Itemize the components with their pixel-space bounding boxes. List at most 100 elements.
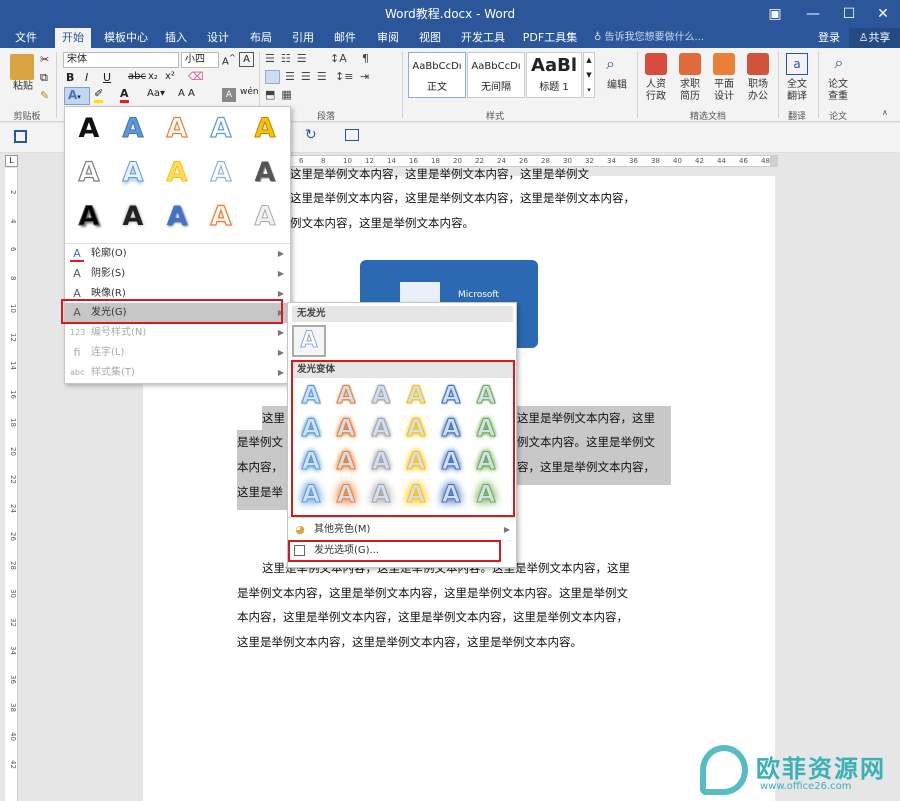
graphic-design-icon — [713, 53, 735, 75]
style-no-spacing[interactable]: AaBbCcDı 无间隔 — [467, 52, 525, 98]
grow-font-icon[interactable]: A^ — [222, 52, 236, 67]
line-spacing-icon[interactable]: ↕≡ — [335, 70, 353, 83]
tab-selector[interactable]: L — [5, 155, 18, 167]
ribbon-display-button[interactable]: ▣ — [758, 0, 792, 28]
search-icon: ⌕ — [606, 54, 615, 73]
save-icon[interactable] — [14, 130, 27, 143]
text-effect-option[interactable]: A — [113, 157, 153, 189]
subscript-icon[interactable]: x₂ — [148, 71, 158, 82]
chevron-right-icon: ▶ — [277, 348, 284, 357]
text-effect-option[interactable]: A — [113, 201, 153, 232]
ruler-tick-label: 10 — [9, 304, 17, 313]
tab-developer[interactable]: 开发工具 — [455, 28, 511, 48]
text-effect-option[interactable]: A — [69, 156, 109, 188]
italic-icon[interactable]: I — [85, 71, 88, 84]
paste-icon — [10, 54, 34, 80]
print-preview-icon[interactable] — [345, 129, 359, 141]
menu-item-stylistic-sets[interactable]: abc 样式集(T) ▶ — [65, 363, 290, 383]
text-effect-option[interactable]: A — [201, 112, 241, 144]
text-effects-button[interactable]: A▾ — [64, 87, 90, 105]
underline-icon[interactable]: U — [103, 71, 111, 84]
text-effect-option[interactable]: A — [157, 201, 197, 232]
tab-view[interactable]: 视图 — [412, 28, 448, 48]
full-translate-button[interactable]: 全文 翻译 — [781, 79, 813, 103]
char-shading-icon[interactable]: A — [222, 88, 236, 102]
collapse-ribbon-icon[interactable]: ∧ — [882, 108, 888, 117]
menu-item-number-style[interactable]: 123 编号样式(N) ▶ — [65, 323, 290, 343]
number-style-icon: 123 — [70, 328, 86, 337]
copy-icon[interactable]: ⧉ — [40, 71, 48, 85]
no-glow-option[interactable]: A — [292, 325, 326, 357]
doc-line: 这里是举例文本内容，这里是举例文本内容，这里是举例文本内容， — [290, 191, 635, 205]
shading-border-buttons[interactable]: ⬒▦ — [265, 88, 298, 101]
text-effect-option[interactable]: A — [157, 157, 197, 189]
grow-shrink-icon[interactable]: A A — [178, 88, 195, 99]
menu-item-shadow[interactable]: A 阴影(S) ▶ — [65, 264, 290, 284]
styles-scroll[interactable]: ▲ ▼ ▾ — [583, 52, 595, 98]
text-effect-option[interactable]: A — [245, 113, 285, 145]
tab-layout[interactable]: 布局 — [243, 28, 279, 48]
format-painter-icon[interactable]: ✎ — [40, 89, 49, 102]
office-button[interactable]: 职场 办公 — [742, 79, 774, 103]
text-effect-option[interactable]: A — [245, 157, 285, 188]
site-logo-icon — [700, 745, 748, 795]
tab-home[interactable]: 开始 — [55, 28, 91, 48]
change-case-icon[interactable]: Aa▾ — [147, 88, 165, 99]
edit-button[interactable]: 编辑 — [600, 80, 634, 92]
text-effect-option[interactable]: A — [113, 113, 153, 145]
tell-me-search[interactable]: ♁ 告诉我您想要做什么... — [594, 28, 704, 48]
graphic-design-button[interactable]: 平面 设计 — [708, 79, 740, 103]
login-link[interactable]: 登录 — [818, 28, 840, 48]
text-effect-option[interactable]: A — [245, 201, 285, 233]
text-effect-option[interactable]: A — [201, 156, 241, 188]
paper-check-button[interactable]: 论文 查重 — [822, 79, 854, 103]
minimize-button[interactable]: — — [796, 0, 830, 28]
resume-button[interactable]: 求职 简历 — [674, 79, 706, 103]
paste-button[interactable]: 粘贴 — [6, 81, 40, 93]
tab-references[interactable]: 引用 — [285, 28, 321, 48]
selected-text: 这里是举 — [237, 480, 292, 510]
tab-insert[interactable]: 插入 — [158, 28, 194, 48]
tab-templates[interactable]: 模板中心 — [100, 28, 152, 48]
style-heading-1[interactable]: AaBl 标题 1 — [526, 52, 582, 98]
align-left-button[interactable] — [265, 70, 280, 84]
menu-item-outline[interactable]: A 轮廓(O) ▶ — [65, 244, 290, 264]
show-marks-icon[interactable]: ¶ — [362, 52, 369, 65]
resume-icon — [679, 53, 701, 75]
ruler-tick-label: 16 — [9, 389, 17, 399]
cut-icon[interactable]: ✂ — [40, 53, 49, 66]
tab-pdf-tools[interactable]: PDF工具集 — [518, 28, 582, 48]
superscript-icon[interactable]: x² — [165, 71, 175, 82]
menu-item-ligatures[interactable]: fi 连字(L) ▶ — [65, 343, 290, 363]
vertical-ruler[interactable]: 2 4 6 8 10 12 14 16 18 20 22 24 26 28 30 32 34 36 38 40 42 — [5, 168, 18, 801]
tab-review[interactable]: 审阅 — [370, 28, 406, 48]
ruler-tick-label: 44 — [717, 157, 726, 165]
highlight-color-icon[interactable]: ✐ — [94, 88, 104, 103]
share-button[interactable]: ♙共享 — [849, 28, 900, 48]
hr-admin-button[interactable]: 人资 行政 — [640, 79, 672, 103]
text-effect-option[interactable]: A — [69, 201, 109, 233]
tab-mailings[interactable]: 邮件 — [327, 28, 363, 48]
font-color-icon[interactable]: A — [120, 88, 129, 103]
maximize-button[interactable]: ☐ — [832, 0, 866, 28]
char-border-icon[interactable]: A — [239, 52, 254, 67]
tab-file[interactable]: 文件 — [6, 28, 46, 48]
menu-item-more-glow-colors[interactable]: ◕ 其他亮色(M) ▶ — [288, 520, 516, 540]
list-buttons[interactable]: ☰☷☰ — [265, 52, 313, 65]
text-effect-option[interactable]: A — [201, 200, 241, 232]
font-name-dropdown[interactable]: 宋体 — [63, 52, 179, 68]
close-button[interactable]: ✕ — [866, 0, 900, 28]
tab-design[interactable]: 设计 — [200, 28, 236, 48]
indent-icon[interactable]: ⇥ — [360, 70, 369, 83]
font-size-dropdown[interactable]: 小四 — [181, 52, 219, 68]
clear-format-icon[interactable]: ⌫ — [188, 70, 204, 83]
sort-icon[interactable]: ↕A — [330, 52, 347, 65]
bold-icon[interactable]: B — [66, 71, 74, 84]
align-buttons[interactable]: ☰☰☰ — [285, 70, 333, 83]
text-effect-option[interactable]: A — [157, 112, 197, 144]
phonetic-guide-button[interactable]: wén — [240, 87, 259, 97]
strikethrough-icon[interactable]: abc — [128, 71, 146, 82]
redo-icon[interactable]: ↻ — [305, 127, 317, 143]
text-effect-option[interactable]: A — [69, 113, 109, 144]
style-normal[interactable]: AaBbCcDı 正文 — [408, 52, 466, 98]
